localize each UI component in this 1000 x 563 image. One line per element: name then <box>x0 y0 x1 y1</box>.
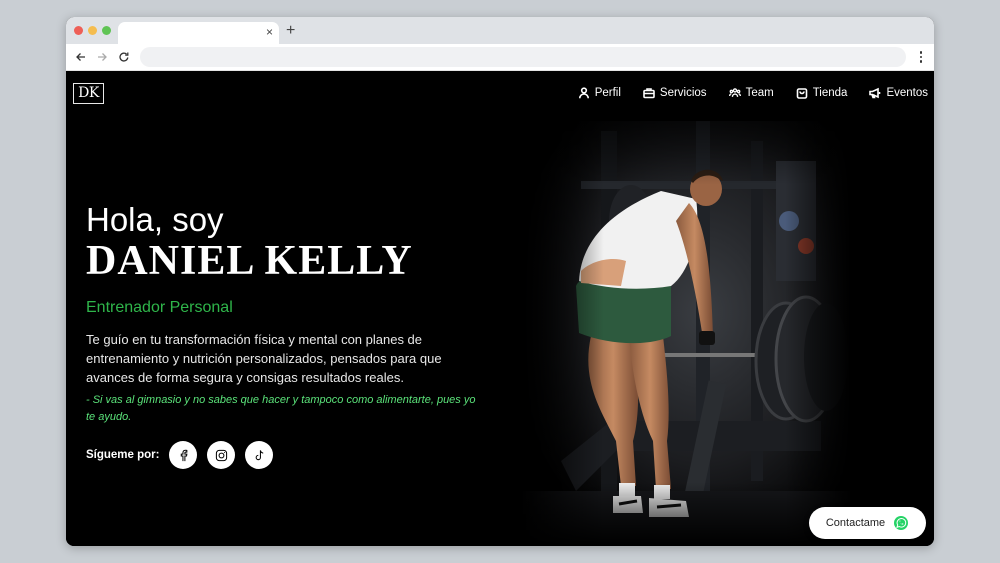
browser-menu-icon[interactable] <box>916 48 926 66</box>
contact-label: Contactame <box>825 517 886 529</box>
address-bar[interactable] <box>140 47 906 67</box>
hero-role: Entrenador Personal <box>86 299 233 316</box>
browser-window: × + DK Perfil Servicios Team Tienda Even… <box>66 17 934 546</box>
briefcase-icon <box>643 88 655 99</box>
facebook-button[interactable] <box>169 441 198 469</box>
logo[interactable]: DK <box>73 83 104 104</box>
tiktok-icon <box>255 449 264 460</box>
nav-label: Perfil <box>594 87 621 99</box>
whatsapp-icon <box>894 516 909 530</box>
contact-button[interactable]: Contactame <box>809 507 926 539</box>
nav-item-tienda[interactable]: Tienda <box>796 87 848 99</box>
user-icon <box>578 87 589 99</box>
nav-item-team[interactable]: Team <box>728 87 774 99</box>
forward-arrow-icon[interactable] <box>93 48 111 66</box>
new-tab-button[interactable]: + <box>286 22 295 40</box>
maximize-window-button[interactable] <box>102 26 111 35</box>
users-icon <box>728 88 741 97</box>
facebook-icon <box>180 449 188 461</box>
social-links: Sígueme por: <box>86 441 283 469</box>
hero-description: Te guío en tu transformación física y me… <box>86 332 442 385</box>
hero-name: DANIEL KELLY <box>86 238 413 284</box>
trainer-gym-photo <box>521 121 851 546</box>
tab-bar: × + <box>66 17 934 44</box>
nav-item-servicios[interactable]: Servicios <box>643 87 707 99</box>
nav-label: Team <box>745 87 774 99</box>
nav-label: Tienda <box>812 87 848 99</box>
megaphone-icon <box>869 87 881 99</box>
nav-item-perfil[interactable]: Perfil <box>578 87 621 99</box>
reload-icon[interactable] <box>115 48 133 66</box>
nav-item-eventos[interactable]: Eventos <box>869 87 928 99</box>
nav-label: Eventos <box>886 87 928 99</box>
browser-toolbar <box>66 44 934 71</box>
instagram-icon <box>215 449 228 461</box>
minimize-window-button[interactable] <box>88 26 97 35</box>
tab-close-icon[interactable]: × <box>266 25 273 39</box>
back-arrow-icon[interactable] <box>72 48 90 66</box>
nav-label: Servicios <box>659 87 707 99</box>
hero-greeting: Hola, soy <box>86 201 224 238</box>
main-nav: Perfil Servicios Team Tienda Eventos <box>556 87 928 99</box>
close-window-button[interactable] <box>74 26 83 35</box>
instagram-button[interactable] <box>207 441 236 469</box>
social-label: Sígueme por: <box>86 449 160 461</box>
page-viewport: DK Perfil Servicios Team Tienda Eventos <box>66 71 934 546</box>
hero-quote: - Si vas al gimnasio y no sabes que hace… <box>86 394 476 423</box>
tiktok-button[interactable] <box>245 441 274 469</box>
shopping-bag-icon <box>796 88 807 99</box>
browser-tab[interactable]: × <box>118 22 279 44</box>
